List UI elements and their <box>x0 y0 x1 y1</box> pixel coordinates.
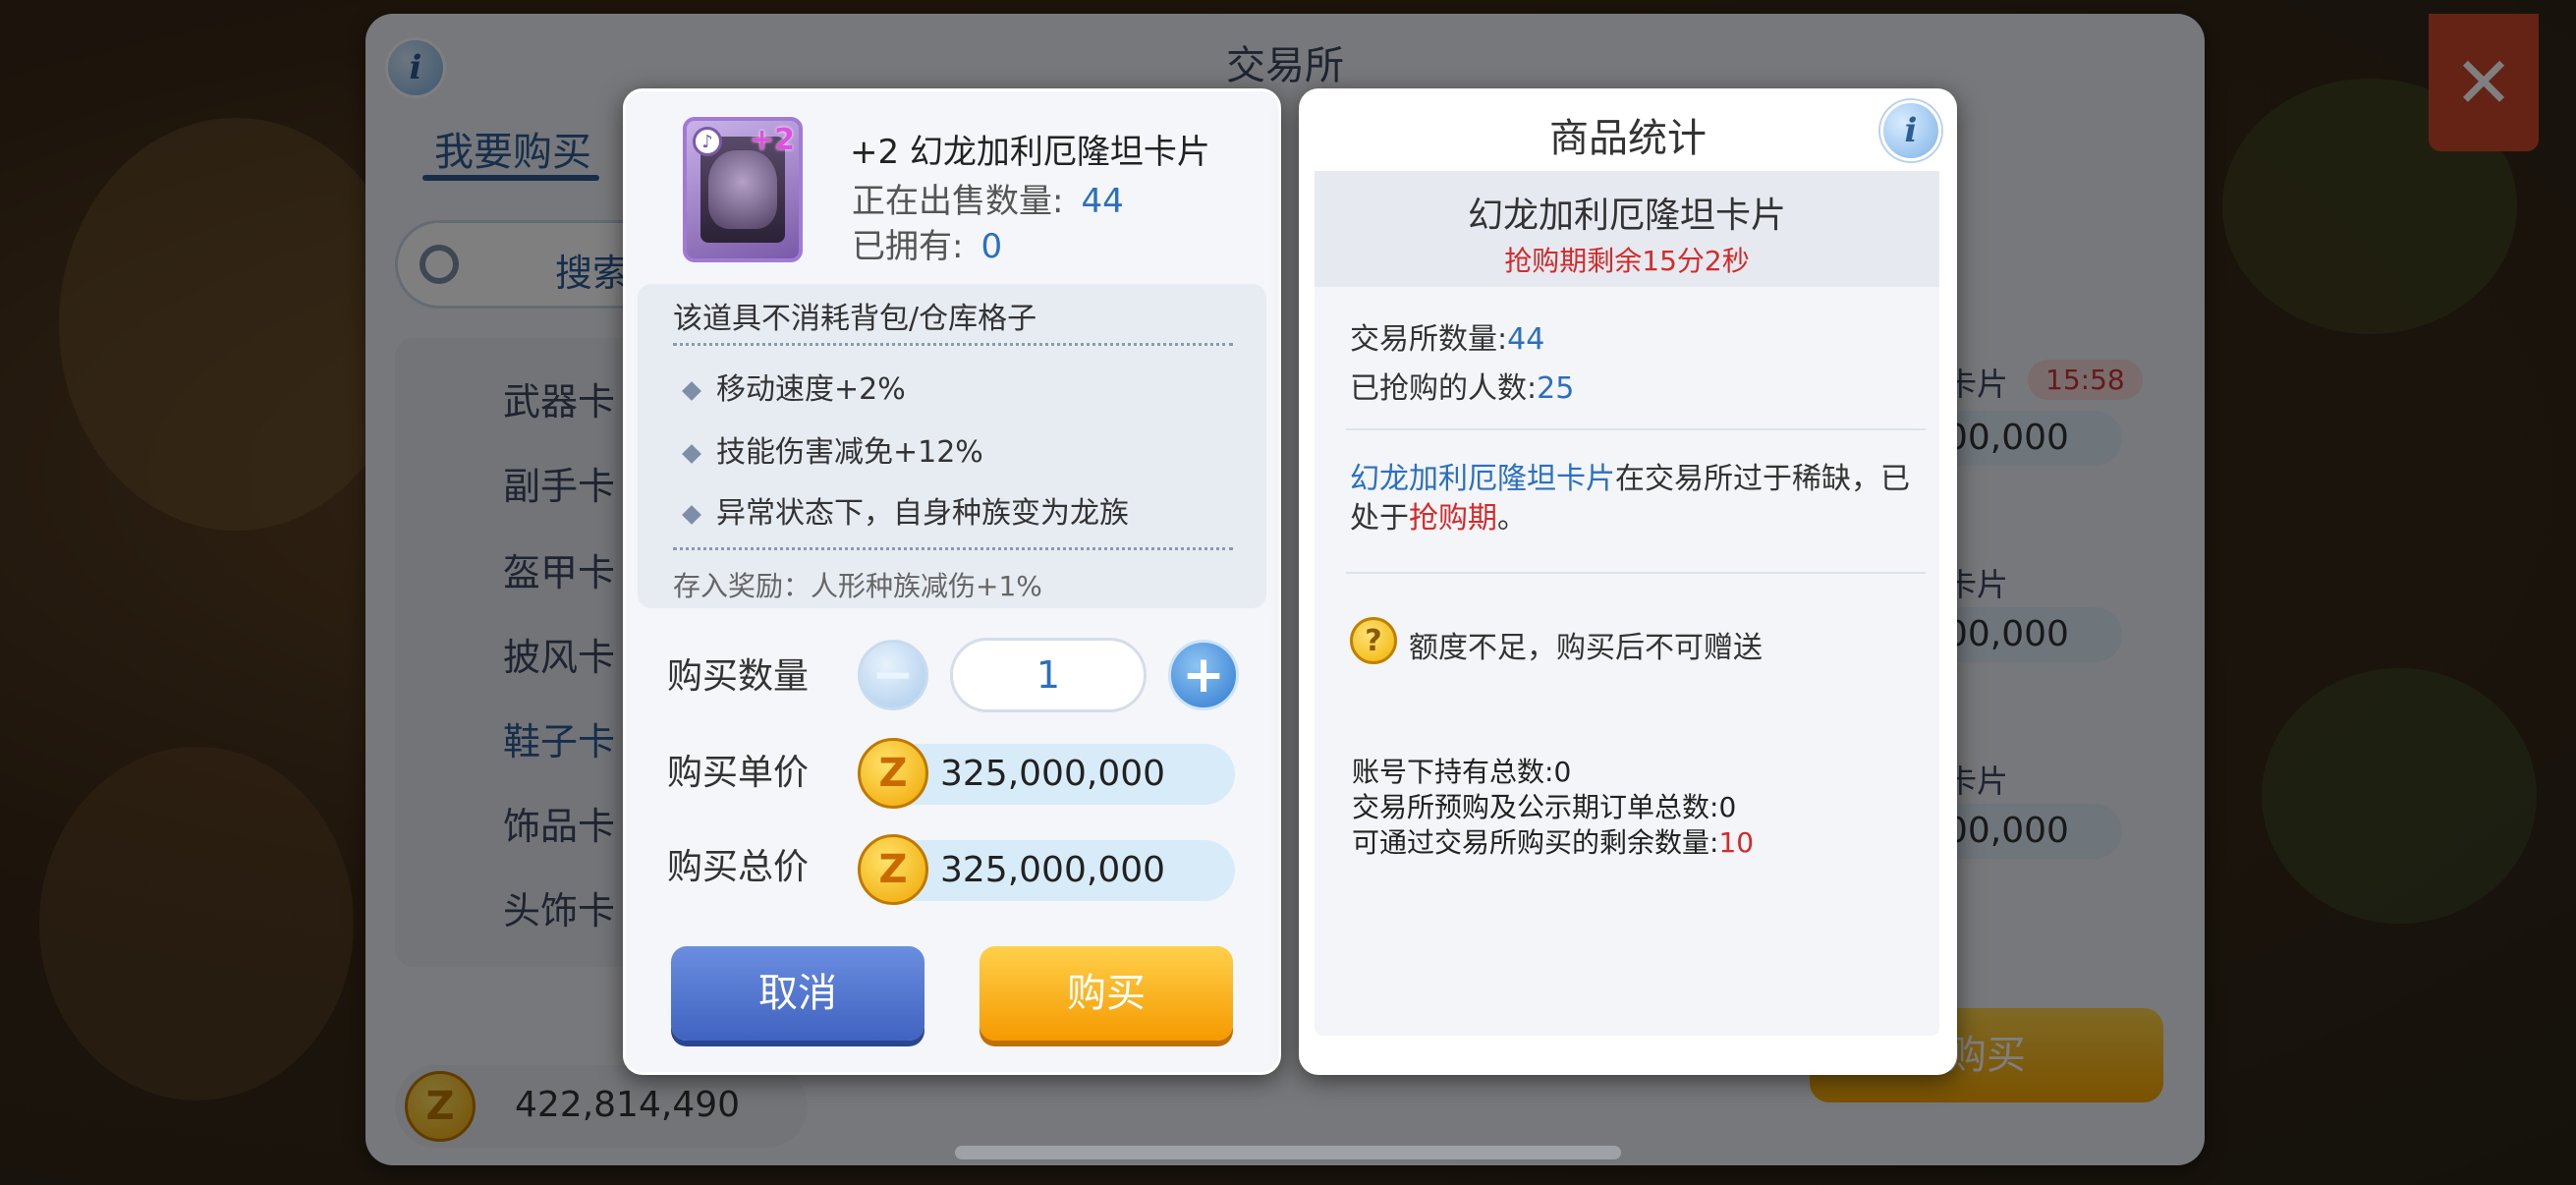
zeny-coin-icon: Z <box>858 834 928 905</box>
effect-line: 技能伤害减免+12% <box>685 427 983 471</box>
stats-title: 商品统计 <box>1549 116 1707 161</box>
preorder-value: 0 <box>1718 791 1737 823</box>
total-price-label: 购买总价 <box>667 847 810 887</box>
buyers-value: 25 <box>1537 371 1575 406</box>
divider <box>673 547 1233 550</box>
remaining-label: 可通过交易所购买的剩余数量: <box>1352 826 1719 859</box>
effect-line: 移动速度+2% <box>685 365 906 408</box>
buyers-label: 已抢购的人数: <box>1350 371 1538 406</box>
home-indicator[interactable] <box>955 1146 1621 1159</box>
owned-value: 0 <box>980 227 1003 266</box>
on-sale-count: 正在出售数量: 44 <box>852 174 1124 222</box>
refine-level: +2 <box>749 123 795 157</box>
exchange-quantity-value: 44 <box>1507 322 1545 357</box>
quantity-label: 购买数量 <box>667 656 810 697</box>
exchange-quantity-label: 交易所数量: <box>1350 322 1508 357</box>
owned-label: 已拥有: <box>852 227 964 266</box>
account-total-label: 账号下持有总数: <box>1352 756 1554 788</box>
exchange-quantity: 交易所数量:44 <box>1350 314 1544 358</box>
stats-panel: 幻龙加利厄隆坦卡片 抢购期剩余15分2秒 交易所数量:44 已抢购的人数:25 … <box>1315 171 1939 1036</box>
account-total: 账号下持有总数:0 <box>1352 751 1571 790</box>
notice-item-name: 幻龙加利厄隆坦卡片 <box>1350 462 1615 496</box>
item-description: 该道具不消耗背包/仓库格子 移动速度+2% 技能伤害减免+12% 异常状态下，自… <box>638 284 1266 608</box>
notice-rush-period: 抢购期 <box>1409 501 1497 536</box>
on-sale-value: 44 <box>1081 182 1124 221</box>
stats-header: 幻龙加利厄隆坦卡片 抢购期剩余15分2秒 <box>1315 171 1939 287</box>
cancel-button[interactable]: 取消 <box>671 946 924 1041</box>
scarcity-notice: 幻龙加利厄隆坦卡片在交易所过于稀缺，已处于抢购期。 <box>1350 460 1910 538</box>
effect-line: 异常状态下，自身种族变为龙族 <box>685 488 1129 532</box>
account-total-value: 0 <box>1553 756 1572 788</box>
divider <box>1346 428 1926 430</box>
divider <box>1346 572 1926 574</box>
buyers-count: 已抢购的人数:25 <box>1350 364 1574 407</box>
card-icon: ♪ +2 <box>683 117 803 262</box>
purchase-dialog: ♪ +2 +2 幻龙加利厄隆坦卡片 正在出售数量: 44 已拥有: 0 该道具不消耗… <box>623 88 1281 1075</box>
question-icon[interactable]: ? <box>1350 617 1397 664</box>
deposit-reward: 存入奖励：人形种族减伤+1% <box>673 570 1042 602</box>
quantity-input[interactable]: 1 <box>950 638 1147 712</box>
divider <box>673 343 1233 346</box>
info-icon[interactable]: i <box>1880 100 1941 161</box>
increase-quantity-button[interactable]: + <box>1168 640 1239 710</box>
dragon-icon <box>708 150 777 229</box>
item-name: +2 幻龙加利厄隆坦卡片 <box>850 133 1210 172</box>
rush-countdown: 抢购期剩余15分2秒 <box>1504 245 1750 277</box>
buy-button[interactable]: 购买 <box>980 946 1233 1041</box>
stats-item-name: 幻龙加利厄隆坦卡片 <box>1467 196 1786 236</box>
unit-price-label: 购买单价 <box>667 753 810 793</box>
remaining-value: 10 <box>1718 826 1755 859</box>
preorder-label: 交易所预购及公示期订单总数: <box>1352 791 1719 823</box>
owned-count: 已拥有: 0 <box>852 219 1002 267</box>
modal-overlay <box>0 0 2576 1185</box>
decrease-quantity-button[interactable]: − <box>858 640 928 710</box>
card-type-icon: ♪ <box>693 127 722 156</box>
zeny-coin-icon: Z <box>858 738 928 809</box>
notice-period: 。 <box>1497 501 1527 536</box>
preorder-total: 交易所预购及公示期订单总数:0 <box>1352 786 1736 825</box>
description-header: 该道具不消耗背包/仓库格子 <box>673 302 1037 336</box>
quota-warning: 额度不足，购买后不可赠送 <box>1409 631 1763 665</box>
stats-dialog: 商品统计 i 幻龙加利厄隆坦卡片 抢购期剩余15分2秒 交易所数量:44 已抢购… <box>1299 88 1957 1075</box>
remaining-quantity: 可通过交易所购买的剩余数量:10 <box>1352 821 1754 861</box>
on-sale-label: 正在出售数量: <box>852 182 1064 221</box>
